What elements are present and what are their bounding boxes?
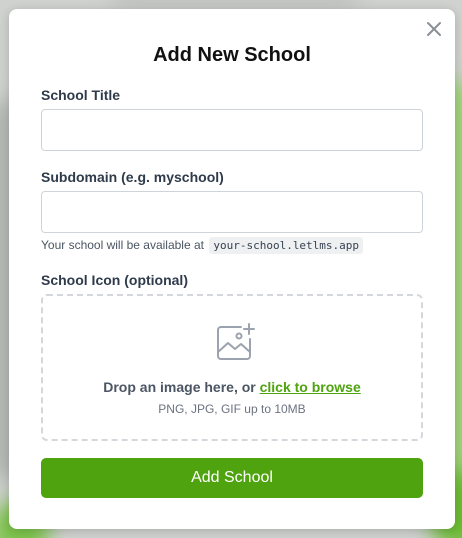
school-icon-label: School Icon (optional) — [41, 272, 188, 288]
modal-title: Add New School — [153, 44, 311, 66]
subdomain-url-preview: your-school.letlms.app — [209, 237, 364, 254]
dropzone-instructions: Drop an image here, or click to browse — [43, 378, 421, 396]
subdomain-label: Subdomain (e.g. myschool) — [41, 169, 224, 185]
close-icon — [427, 22, 441, 36]
school-title-input[interactable] — [41, 109, 423, 151]
dropzone-text: Drop an image here, or — [103, 379, 256, 395]
browse-link[interactable]: click to browse — [260, 379, 361, 395]
image-add-icon — [217, 323, 255, 360]
subdomain-hint-text: Your school will be available at — [41, 238, 204, 252]
school-title-label: School Title — [41, 87, 121, 103]
icon-dropzone[interactable]: Drop an image here, or click to browse P… — [41, 294, 423, 441]
add-school-button[interactable]: Add School — [41, 458, 423, 498]
close-button[interactable] — [425, 20, 443, 38]
subdomain-input[interactable] — [41, 191, 423, 233]
subdomain-hint: Your school will be available at your-sc… — [41, 235, 364, 256]
dropzone-formats: PNG, JPG, GIF up to 10MB — [158, 402, 306, 416]
add-school-modal: Add New School School Title Subdomain (e… — [9, 9, 455, 529]
